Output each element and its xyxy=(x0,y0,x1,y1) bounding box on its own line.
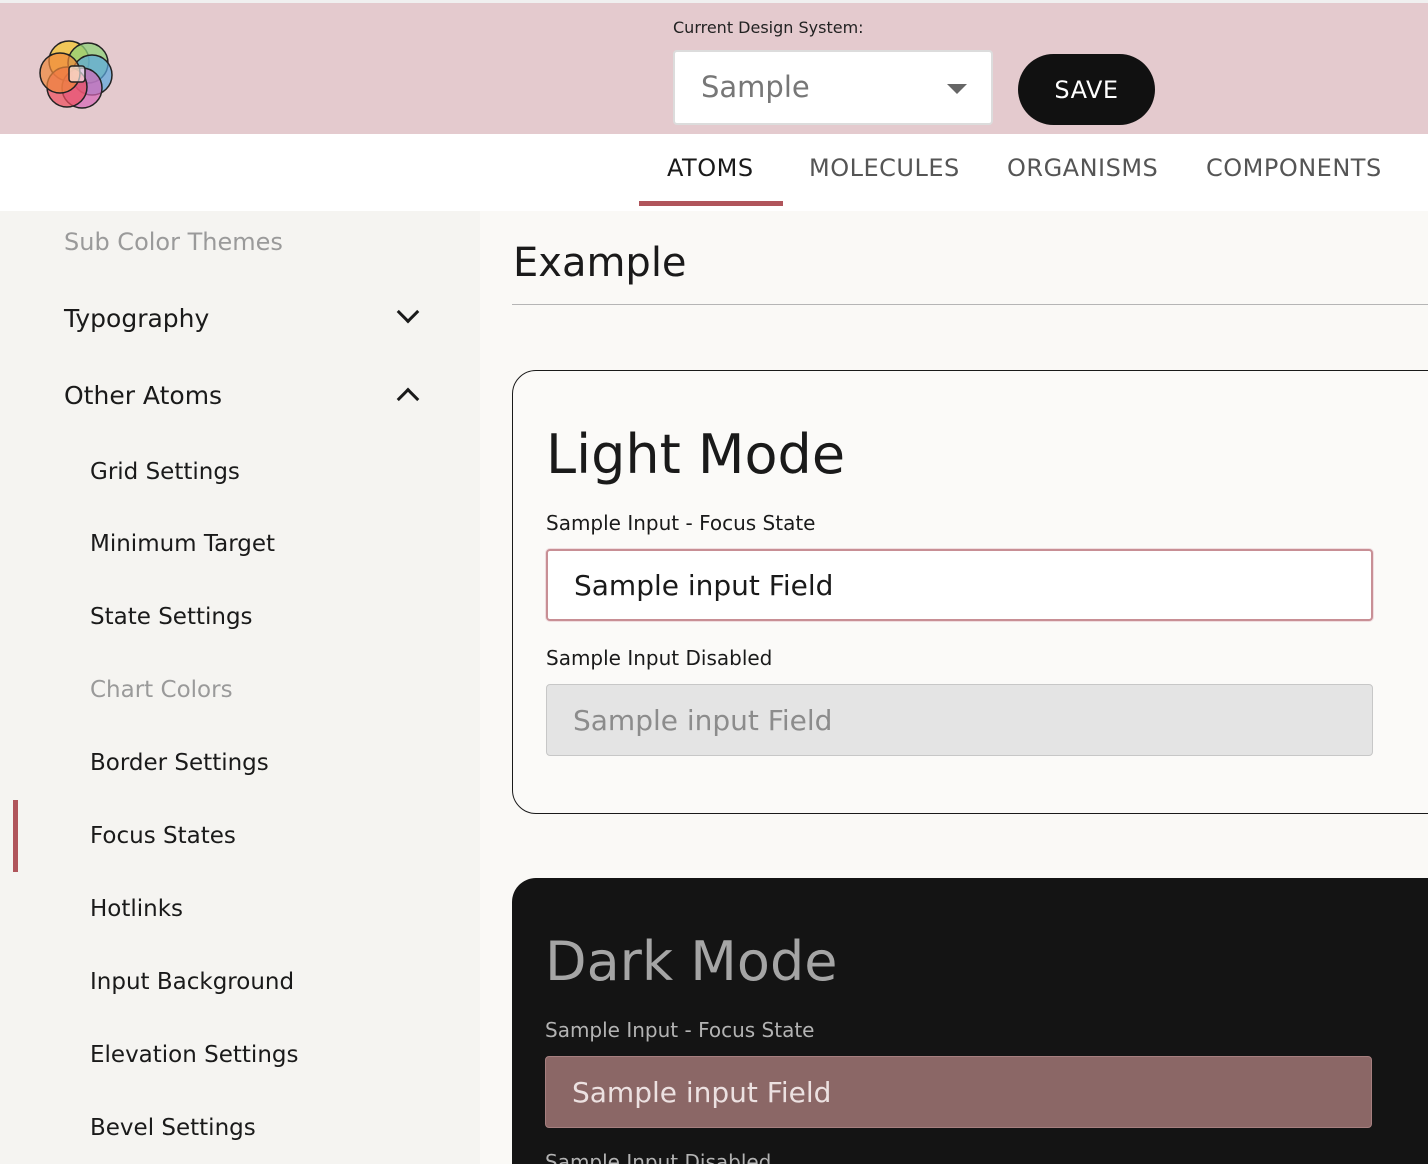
design-system-logo-icon[interactable] xyxy=(36,33,118,113)
tab-organisms[interactable]: ORGANISMS xyxy=(1007,154,1158,182)
light-disabled-input: Sample input Field xyxy=(546,684,1373,756)
light-focus-input[interactable]: Sample input Field xyxy=(546,549,1373,621)
dark-focus-label: Sample Input - Focus State xyxy=(545,1018,815,1042)
sidebar-group-label: Typography xyxy=(64,304,210,333)
sidebar-group-typography[interactable]: Typography xyxy=(64,300,420,333)
sidebar-item-state-settings[interactable]: State Settings xyxy=(90,604,253,630)
design-system-label: Current Design System: xyxy=(673,18,864,37)
sidebar-item-minimum-target[interactable]: Minimum Target xyxy=(90,531,275,557)
sidebar-group-other-atoms[interactable]: Other Atoms xyxy=(64,381,420,411)
sidebar-item-grid-settings[interactable]: Grid Settings xyxy=(90,459,240,485)
category-tabs: ATOMS MOLECULES ORGANISMS COMPONENTS xyxy=(0,134,1428,211)
active-item-indicator xyxy=(13,800,18,872)
sidebar-item-chart-colors[interactable]: Chart Colors xyxy=(90,677,233,703)
top-header: Current Design System: Sample SAVE xyxy=(0,0,1428,134)
dark-mode-card: Dark Mode Sample Input - Focus State Sam… xyxy=(512,878,1428,1164)
sidebar-item-border-settings[interactable]: Border Settings xyxy=(90,750,269,776)
sidebar-item-hotlinks[interactable]: Hotlinks xyxy=(90,896,183,922)
tab-components[interactable]: COMPONENTS xyxy=(1206,154,1382,182)
light-mode-card: Light Mode Sample Input - Focus State Sa… xyxy=(512,370,1428,814)
sidebar-item-sub-color-themes[interactable]: Sub Color Themes xyxy=(64,228,283,256)
sidebar-item-bevel-settings[interactable]: Bevel Settings xyxy=(90,1115,256,1141)
dark-focus-input[interactable]: Sample input Field xyxy=(545,1056,1372,1128)
chevron-up-icon xyxy=(396,387,420,411)
chevron-down-icon xyxy=(396,300,420,324)
sidebar-item-focus-states[interactable]: Focus States xyxy=(90,823,236,849)
dark-mode-title: Dark Mode xyxy=(545,930,838,993)
active-tab-indicator xyxy=(639,201,783,206)
tab-molecules[interactable]: MOLECULES xyxy=(809,154,960,182)
title-divider xyxy=(512,304,1428,305)
sidebar-group-label: Other Atoms xyxy=(64,381,223,410)
design-system-select-value: Sample xyxy=(701,70,810,104)
design-system-select[interactable]: Sample xyxy=(673,50,993,125)
light-mode-title: Light Mode xyxy=(546,423,846,486)
tab-atoms[interactable]: ATOMS xyxy=(667,154,754,182)
light-focus-label: Sample Input - Focus State xyxy=(546,511,816,535)
caret-down-icon xyxy=(947,84,967,94)
save-button[interactable]: SAVE xyxy=(1018,54,1155,125)
sidebar-nav: Sub Color Themes Typography Other Atoms … xyxy=(0,211,480,1164)
sidebar-item-elevation-settings[interactable]: Elevation Settings xyxy=(90,1042,298,1068)
dark-disabled-label: Sample Input Disabled xyxy=(545,1150,772,1164)
light-disabled-label: Sample Input Disabled xyxy=(546,646,773,670)
sidebar-item-input-background[interactable]: Input Background xyxy=(90,969,294,995)
page-title: Example xyxy=(513,240,687,286)
